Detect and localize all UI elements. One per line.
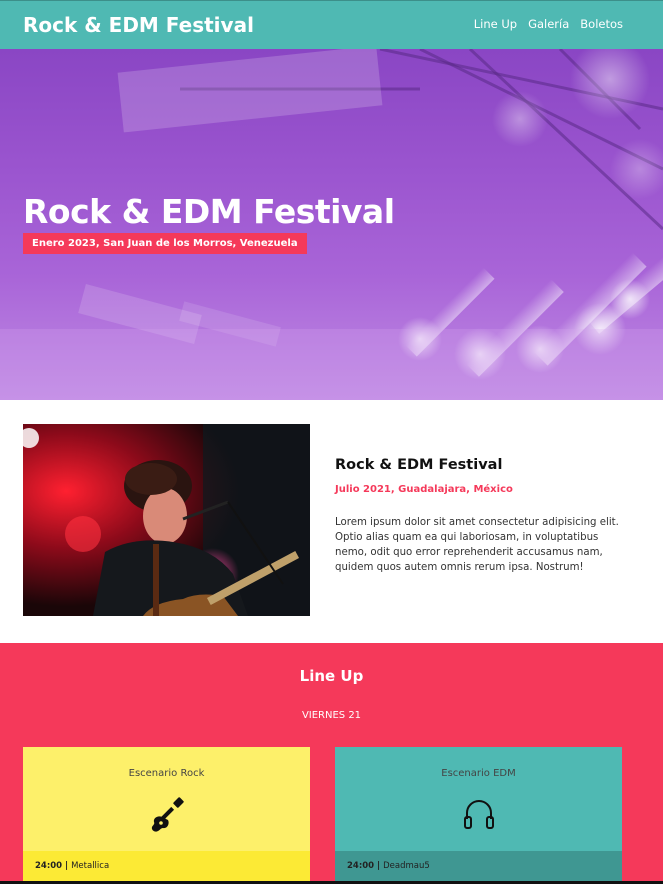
lineup-day: VIERNES 21 — [301, 710, 362, 721]
stage-name: Escenario EDM — [441, 768, 516, 779]
headphones-icon — [463, 800, 494, 829]
site-header: Rock & EDM Festival Line Up Galería Bole… — [0, 0, 663, 49]
performance-artist: Metallica — [71, 861, 110, 871]
hero-banner: Rock & EDM Festival Enero 2023, San Juan… — [0, 49, 663, 400]
nav-link-galeria[interactable]: Galería — [528, 17, 569, 31]
performance-time: 24:00 — [347, 861, 375, 871]
performance-separator: | — [374, 861, 384, 871]
hero-date-badge: Enero 2023, San Juan de los Morros, Vene… — [23, 233, 307, 254]
performance-time: 24:00 — [35, 861, 63, 871]
stage-card-rock: Escenario Rock 24:00 | Metallica — [23, 747, 310, 884]
performance-separator: | — [62, 861, 72, 871]
about-description: Lorem ipsum dolor sit amet consectetur a… — [335, 517, 619, 573]
guitarist-photo — [23, 424, 310, 616]
hero-title: Rock & EDM Festival — [23, 192, 395, 231]
brand-logo[interactable]: Rock & EDM Festival — [23, 13, 254, 37]
guitar-icon — [151, 797, 184, 832]
performance-artist: Deadmau5 — [383, 861, 430, 871]
about-section: Rock & EDM Festival Julio 2021, Guadalaj… — [0, 400, 663, 643]
performance-row: 24:00 | Deadmau5 — [335, 851, 622, 884]
nav-link-lineup[interactable]: Line Up — [474, 17, 517, 31]
lineup-section: Line Up VIERNES 21 Escenario Rock 24:00 … — [0, 643, 663, 884]
stage-name: Escenario Rock — [128, 768, 205, 779]
performance-row: 24:00 | Metallica — [23, 851, 310, 884]
about-title: Rock & EDM Festival — [335, 457, 503, 473]
nav-link-boletos[interactable]: Boletos — [580, 17, 623, 31]
lineup-title: Line Up — [299, 667, 364, 685]
stage-card-edm: Escenario EDM 24:00 | Deadmau5 — [335, 747, 622, 884]
about-date: Julio 2021, Guadalajara, México — [335, 484, 513, 495]
main-nav: Line Up Galería Boletos — [474, 17, 623, 31]
